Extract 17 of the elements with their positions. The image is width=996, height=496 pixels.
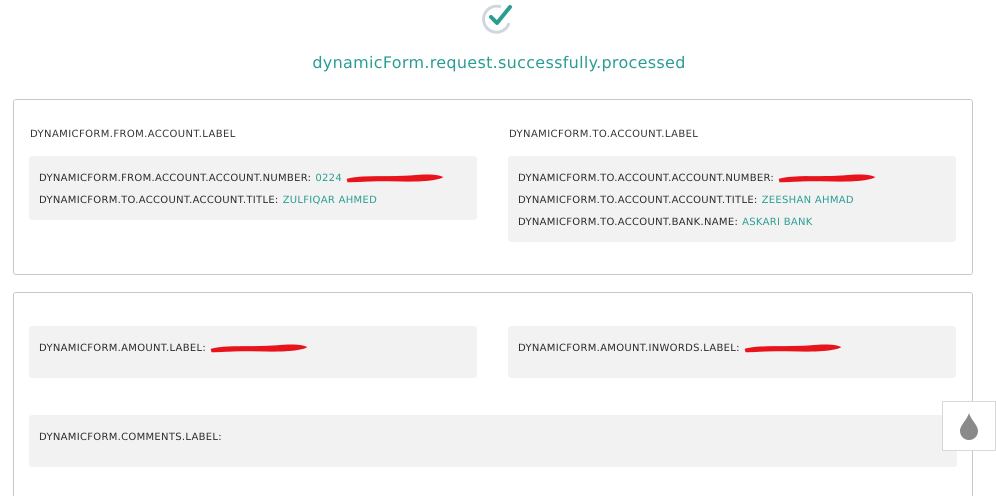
field-label: DYNAMICFORM.TO.ACCOUNT.ACCOUNT.NUMBER: <box>518 173 774 184</box>
section-heading: DYNAMICFORM.TO.ACCOUNT.LABEL <box>509 129 700 140</box>
field-value: ASKARI BANK <box>742 217 813 228</box>
field-value: ZULFIQAR AHMED <box>282 195 378 206</box>
field-label: DYNAMICFORM.TO.ACCOUNT.BANK.NAME: <box>518 217 738 228</box>
field-label: DYNAMICFORM.AMOUNT.INWORDS.LABEL: <box>518 343 740 354</box>
field-label: DYNAMICFORM.FROM.ACCOUNT.ACCOUNT.NUMBER: <box>39 173 312 184</box>
droplet-icon <box>959 412 979 440</box>
field-label: DYNAMICFORM.TO.ACCOUNT.ACCOUNT.TITLE: <box>518 195 758 206</box>
section-heading: DYNAMICFORM.FROM.ACCOUNT.LABEL <box>30 129 237 140</box>
field-value: 0224 <box>315 173 342 184</box>
theme-button[interactable] <box>942 401 996 451</box>
success-message: dynamicForm.request.successfully.processed <box>311 53 687 72</box>
field-label: DYNAMICFORM.AMOUNT.LABEL: <box>39 343 206 354</box>
field-label: DYNAMICFORM.TO.ACCOUNT.ACCOUNT.TITLE: <box>39 195 279 206</box>
field-label: DYNAMICFORM.COMMENTS.LABEL: <box>39 432 222 443</box>
field-value: ZEESHAN AHMAD <box>762 195 854 206</box>
